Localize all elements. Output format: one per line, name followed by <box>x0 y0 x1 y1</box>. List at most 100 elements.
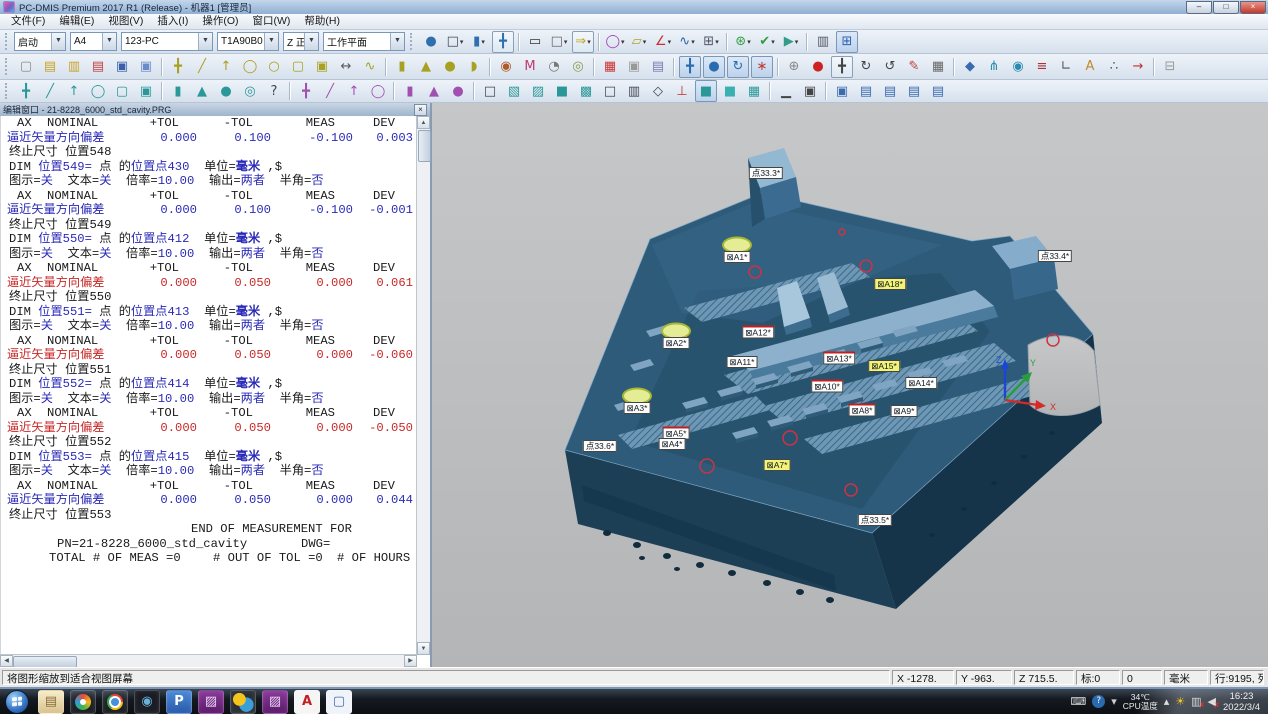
view-cube-icon[interactable]: □▾ <box>444 31 466 53</box>
toolbar-grip[interactable] <box>5 33 10 49</box>
grid-icon[interactable]: ▦ <box>743 80 765 102</box>
maximize-button[interactable]: □ <box>1213 1 1239 14</box>
probe-z-icon[interactable]: ⊥ <box>671 80 693 102</box>
measured-cone-icon[interactable]: ▲ <box>191 80 213 102</box>
measured-circle-icon[interactable]: ◯ <box>87 80 109 102</box>
view-left-icon[interactable]: ■ <box>551 80 573 102</box>
report-layout3-icon[interactable]: ▤ <box>903 80 925 102</box>
feature-label[interactable]: 点33.3* <box>749 167 783 179</box>
constructed-vector-icon[interactable]: ↑ <box>343 80 365 102</box>
menu-item-0[interactable]: 文件(F) <box>4 14 52 29</box>
save-as-icon[interactable]: ▣ <box>135 56 157 78</box>
scroll-up-icon[interactable]: ▲ <box>417 116 430 129</box>
constructed-circle-icon[interactable]: ◯ <box>367 80 389 102</box>
scan-path-icon[interactable]: ∿▾ <box>676 31 698 53</box>
taskbar-explorer-icon[interactable]: ▤ <box>38 690 64 714</box>
gage-cube-icon[interactable]: □▾ <box>548 31 570 53</box>
chevron-down-icon[interactable]: ▾ <box>668 38 672 46</box>
feature-label[interactable]: ⊠A8* <box>849 404 876 417</box>
point-feature-icon[interactable]: ╋ <box>167 56 189 78</box>
edit-window-close-icon[interactable]: × <box>414 104 427 116</box>
color-palette-icon[interactable]: ▦ <box>599 56 621 78</box>
chevron-down-icon[interactable]: ▾ <box>771 38 775 46</box>
mesh-sphere-icon[interactable]: ◎ <box>567 56 589 78</box>
feature-label[interactable]: ⊠A15* <box>868 360 900 372</box>
toolbox-icon[interactable]: ▥ <box>812 31 834 53</box>
axis-combo[interactable]: Z 正▼ <box>283 32 319 51</box>
line-feature-icon[interactable]: ╱ <box>191 56 213 78</box>
taskbar-bubbles-icon[interactable] <box>230 690 256 714</box>
measured-point-icon[interactable]: ╋ <box>15 80 37 102</box>
menu-item-6[interactable]: 帮助(H) <box>297 14 347 29</box>
generic-feature-icon[interactable]: ? <box>263 80 285 102</box>
view-octahedron-icon[interactable]: ◇ <box>647 80 669 102</box>
width-feature-icon[interactable]: ↔ <box>335 56 357 78</box>
taskbar-pdf-icon[interactable]: A <box>294 690 320 714</box>
menu-item-5[interactable]: 窗口(W) <box>246 14 298 29</box>
scroll-down-icon[interactable]: ▼ <box>417 642 430 655</box>
toolbar-grip[interactable] <box>5 58 10 76</box>
toolbar-grip[interactable] <box>5 83 10 98</box>
tray-help-icon[interactable]: ? <box>1092 695 1105 708</box>
taskbar-camera-icon[interactable]: ◉ <box>134 690 160 714</box>
tray-keyboard-icon[interactable]: ⌨ <box>1070 695 1086 708</box>
probe-tip-combo[interactable]: T1A90B0▼ <box>217 32 279 51</box>
tray-network-icon[interactable]: ▥✗ <box>1191 695 1201 708</box>
feature-label[interactable]: ⊠A4* <box>659 438 686 450</box>
cad-model[interactable]: Z Y X <box>432 103 1268 667</box>
toolbar-grip[interactable] <box>410 33 415 49</box>
constructed-cone-icon[interactable]: ▲ <box>423 80 445 102</box>
menu-item-1[interactable]: 编辑(E) <box>52 14 101 29</box>
chevron-down-icon[interactable]: ▾ <box>587 38 591 46</box>
chevron-down-icon[interactable]: ▾ <box>564 38 568 46</box>
menu-item-4[interactable]: 操作(O) <box>195 14 245 29</box>
measured-slot-icon[interactable]: ▢ <box>111 80 133 102</box>
editor-vertical-scrollbar[interactable]: ▲ ▼ <box>416 116 430 655</box>
joystick-icon[interactable]: ⊟ <box>1159 56 1181 78</box>
cylinder-feature-icon[interactable]: ▮ <box>391 56 413 78</box>
start-button[interactable] <box>5 690 29 714</box>
tray-show-hidden-icon[interactable]: ▴ <box>1164 695 1170 708</box>
chevron-down-icon[interactable]: ▾ <box>481 38 485 46</box>
dimension-angle-icon[interactable]: ∠▾ <box>652 31 674 53</box>
taskbar-chrome-icon[interactable] <box>102 690 128 714</box>
measured-line-icon[interactable]: ╱ <box>39 80 61 102</box>
window-layout-icon[interactable]: ⊞ <box>836 31 858 53</box>
tray-expand-icon[interactable]: ▾ <box>1111 695 1117 708</box>
taskbar-browser-360-icon[interactable] <box>70 690 96 714</box>
paper-size-combo[interactable]: A4▼ <box>70 32 117 51</box>
chevron-down-icon[interactable]: ▾ <box>460 38 464 46</box>
menu-item-2[interactable]: 视图(V) <box>101 14 150 29</box>
chevron-down-icon[interactable]: ▼ <box>198 33 212 50</box>
taskbar-cad2-icon[interactable]: ▨ <box>262 690 288 714</box>
sphere-view-icon[interactable]: ● <box>703 56 725 78</box>
execute-icon[interactable]: ▶▾ <box>780 31 802 53</box>
view-bottom-icon[interactable]: ▥ <box>623 80 645 102</box>
view-front-icon[interactable]: ▧ <box>503 80 525 102</box>
refresh-view-icon[interactable]: ↻ <box>727 56 749 78</box>
minimize-window-icon[interactable]: ▁ <box>775 80 797 102</box>
feature-label[interactable]: ⊠A10* <box>811 380 843 393</box>
probe-pen-icon[interactable]: ✎ <box>903 56 925 78</box>
graphic-display-window[interactable]: Z Y X 点33.3*⊠A1*点33.4*⊠A18*⊠A12*⊠A2*⊠A11… <box>432 103 1268 667</box>
feature-label[interactable]: ⊠A1* <box>724 251 751 263</box>
layers-icon[interactable]: ≡ <box>1031 56 1053 78</box>
title-bar[interactable]: PC-DMIS Premium 2017 R1 (Release) - 机器1 … <box>0 0 1268 15</box>
scroll-left-icon[interactable]: ◀ <box>0 655 13 667</box>
constructed-point-icon[interactable]: ╋ <box>295 80 317 102</box>
tray-weather-icon[interactable]: ☀ <box>1175 695 1185 708</box>
auto-feature-icon[interactable]: ◔ <box>543 56 565 78</box>
axes-icon[interactable]: ∟ <box>1055 56 1077 78</box>
report-doc-icon[interactable]: ▤ <box>647 56 669 78</box>
molecule-icon[interactable]: ∴ <box>1103 56 1125 78</box>
close-file-icon[interactable]: ▤ <box>87 56 109 78</box>
chevron-down-icon[interactable]: ▼ <box>51 33 65 50</box>
chevron-down-icon[interactable]: ▼ <box>390 33 404 50</box>
open-file-icon[interactable]: ▤ <box>39 56 61 78</box>
close-button[interactable]: × <box>1240 1 1266 14</box>
red-sphere-icon[interactable]: ● <box>807 56 829 78</box>
editor-horizontal-scrollbar[interactable]: ◀ ▶ <box>0 654 417 667</box>
round-slot-icon[interactable]: ▢ <box>287 56 309 78</box>
highlight-icon[interactable]: A <box>1079 56 1101 78</box>
tray-volume-icon[interactable]: ◀✗ <box>1208 695 1216 708</box>
